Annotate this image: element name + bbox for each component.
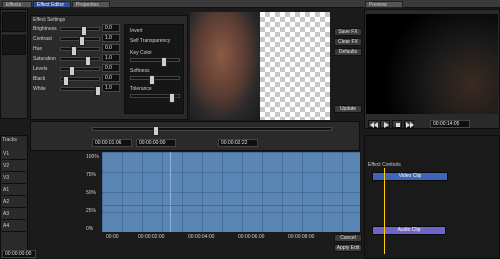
timecode-end[interactable]: 00:00:02:22 [218, 139, 258, 147]
brightness-slider[interactable] [60, 26, 100, 36]
hue-field[interactable]: 0.0 [102, 44, 120, 52]
tab-properties[interactable]: Properties [72, 1, 110, 8]
param-label-levels: Levels [33, 66, 48, 72]
key-color-slider[interactable] [130, 57, 180, 67]
preview-timecode: 00:00:14:05 [430, 120, 470, 128]
param-label-saturation: Saturation [33, 56, 56, 62]
param-label-hue: Hue [33, 46, 43, 52]
ruler-2: 00:00:02:00 [138, 234, 165, 240]
black-slider[interactable] [60, 76, 100, 86]
brightness-field[interactable]: 0.0 [102, 24, 120, 32]
update-button[interactable]: Update [334, 105, 362, 113]
white-slider[interactable] [60, 86, 101, 96]
tab-preview[interactable]: Preview [365, 1, 403, 8]
track-v1[interactable]: V1 [2, 150, 26, 160]
ruler-4: 00:00:04:00 [188, 234, 215, 240]
track-a3[interactable]: A3 [2, 210, 26, 220]
bin-thumbnail[interactable] [2, 12, 26, 32]
param-label-white: White [33, 86, 46, 92]
tracks-title: Tracks [2, 137, 17, 143]
timecode-current[interactable]: 00:00:00:00 [136, 139, 176, 147]
timecode-start[interactable]: 00:00:01:06 [92, 139, 132, 147]
graph-ylabel-50: 50% [86, 190, 97, 196]
levels-slider[interactable] [60, 66, 100, 76]
preview-video[interactable] [366, 14, 498, 114]
track-v2[interactable]: V2 [2, 162, 26, 172]
apply-edit-button[interactable]: Apply Edit [334, 244, 362, 252]
graph-curve [102, 205, 360, 206]
track-a4[interactable]: A4 [2, 222, 26, 232]
param-label-black: Black [33, 76, 46, 82]
defaults-button[interactable]: Defaults [334, 48, 362, 56]
forward-icon[interactable] [404, 120, 414, 128]
rewind-icon[interactable] [368, 120, 378, 128]
key-tolerance-label: Tolerance [130, 86, 152, 92]
sequence-playhead[interactable] [384, 168, 385, 254]
ruler-0: 00:00 [106, 234, 119, 240]
graph-ylabel-100: 100% [86, 154, 99, 160]
key-self-transparency-label: Self Transparency [130, 38, 171, 44]
ruler-8: 00:00:08:00 [288, 234, 315, 240]
timeline-scrubber[interactable] [92, 126, 332, 136]
playhead-line[interactable] [170, 152, 171, 232]
tab-effects[interactable]: Effects [2, 1, 32, 8]
keyframe-graph[interactable] [102, 152, 360, 232]
tab-effect-editor[interactable]: Effect Editor [33, 1, 71, 8]
key-invert-label: Invert [130, 28, 143, 34]
track-a2[interactable]: A2 [2, 198, 26, 208]
saturation-field[interactable]: 1.0 [102, 54, 120, 62]
graph-ylabel-25: 25% [86, 208, 97, 214]
preview-subject [190, 12, 260, 120]
clear-fx-button[interactable]: Clear FX [334, 38, 362, 46]
white-field[interactable]: 1.0 [102, 84, 120, 92]
param-label-contrast: Contrast [33, 36, 52, 42]
key-color-label: Key Color [130, 50, 152, 56]
graph-ylabel-0: 0% [86, 226, 94, 232]
cancel-button[interactable]: Cancel [334, 234, 362, 242]
save-fx-button[interactable]: Save FX [334, 28, 362, 36]
track-a1[interactable]: A1 [2, 186, 26, 196]
black-field[interactable]: 0.0 [102, 74, 120, 82]
hue-slider[interactable] [60, 46, 100, 56]
contrast-slider[interactable] [60, 36, 100, 46]
key-softness-label: Softness [130, 68, 150, 74]
param-label-brightness: Brightness [33, 26, 57, 32]
bin-thumbnail-2[interactable] [2, 35, 26, 55]
graph-ylabel-75: 75% [86, 172, 97, 178]
key-tolerance-slider[interactable] [130, 93, 180, 103]
stop-icon[interactable] [392, 120, 402, 128]
track-v3[interactable]: V3 [2, 174, 26, 184]
bottom-status-timecode: 00:00:00:00 [2, 250, 36, 258]
levels-field[interactable]: 0.0 [102, 64, 120, 72]
contrast-field[interactable]: 1.0 [102, 34, 120, 42]
saturation-slider[interactable] [60, 56, 100, 66]
play-icon[interactable] [380, 120, 390, 128]
effect-panel-title: Effect Settings [33, 17, 66, 23]
key-softness-slider[interactable] [130, 75, 180, 85]
timeline-controls [30, 121, 360, 151]
ruler-6: 00:00:06:00 [238, 234, 265, 240]
